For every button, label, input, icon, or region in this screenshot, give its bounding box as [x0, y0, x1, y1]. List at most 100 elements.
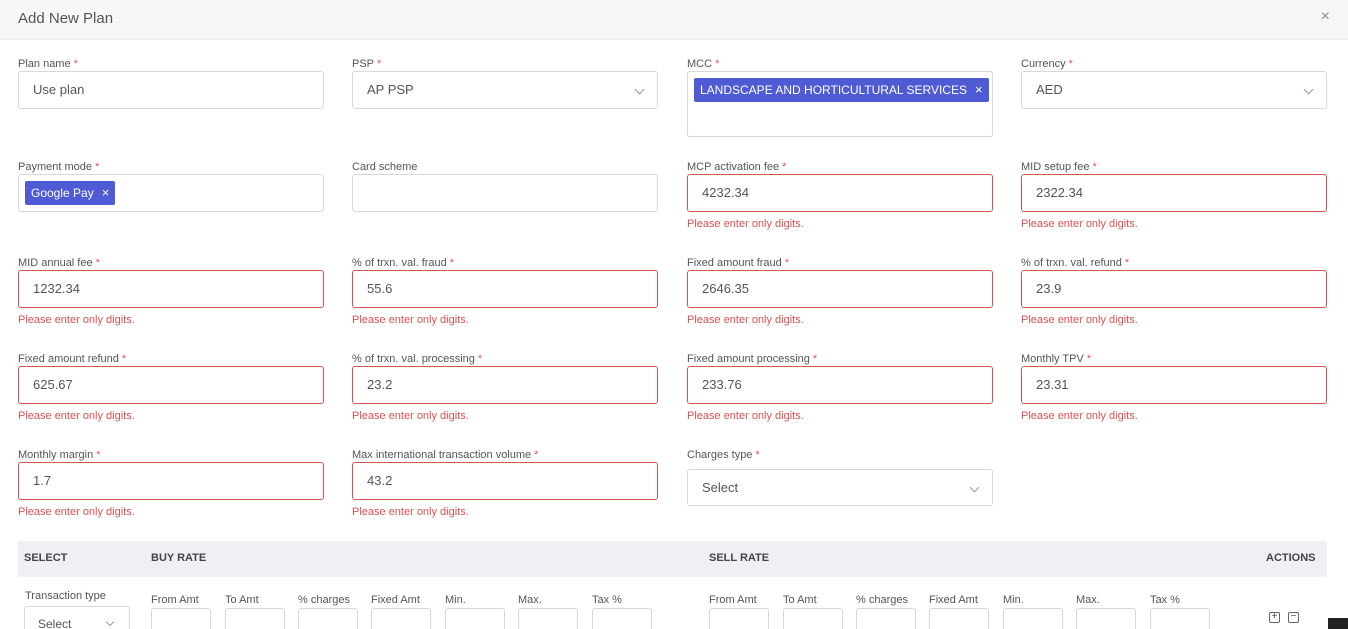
- transaction-type-value: Select: [38, 617, 72, 629]
- monthly-tpv-input[interactable]: 23.31: [1021, 366, 1327, 404]
- buy-col-label: Tax %: [592, 594, 622, 606]
- currency-select[interactable]: AED: [1021, 71, 1327, 109]
- mid-annual-fee-input[interactable]: 1232.34: [18, 270, 324, 308]
- psp-label: PSP: [352, 58, 375, 70]
- max-intl-volume-input[interactable]: 43.2: [352, 462, 658, 500]
- error-message: Please enter only digits.: [1021, 218, 1138, 230]
- required-marker: *: [95, 257, 100, 269]
- psp-field: PSP * AP PSP: [352, 57, 658, 109]
- mcp-activation-fee-input[interactable]: 4232.34: [687, 174, 993, 212]
- mcc-tag: LANDSCAPE AND HORTICULTURAL SERVICES ×: [694, 78, 989, 102]
- charges-type-label: Charges type: [687, 449, 753, 461]
- pct-processing-field: % of trxn. val. processing * 23.2 Please …: [352, 352, 658, 422]
- max-intl-volume-label: Max international transaction volume: [352, 449, 532, 461]
- plan-name-field: Plan name * Use plan: [18, 57, 324, 109]
- mid-setup-fee-field: MID setup fee * 2322.34 Please enter only…: [1021, 160, 1327, 230]
- buy-pct-charges-input[interactable]: [298, 608, 358, 629]
- required-marker: *: [782, 161, 787, 173]
- charges-type-value: Select: [702, 480, 739, 495]
- buy-fixed-amt-input[interactable]: [371, 608, 431, 629]
- error-message: Please enter only digits.: [687, 410, 804, 422]
- fixed-processing-input[interactable]: 233.76: [687, 366, 993, 404]
- tag-remove-icon[interactable]: ×: [102, 185, 110, 200]
- required-marker: *: [96, 449, 101, 461]
- add-row-icon[interactable]: +: [1269, 612, 1280, 623]
- sell-col-label: Tax %: [1150, 594, 1180, 606]
- buy-min-input[interactable]: [445, 608, 505, 629]
- required-marker: *: [534, 449, 539, 461]
- currency-value: AED: [1036, 82, 1063, 97]
- corner-overlay: [1328, 618, 1348, 629]
- fixed-refund-input[interactable]: 625.67: [18, 366, 324, 404]
- mcc-multiselect[interactable]: LANDSCAPE AND HORTICULTURAL SERVICES ×: [687, 71, 993, 137]
- pct-refund-input[interactable]: 23.9: [1021, 270, 1327, 308]
- error-message: Please enter only digits.: [352, 314, 469, 326]
- pct-refund-field: % of trxn. val. refund * 23.9 Please ente…: [1021, 256, 1327, 326]
- required-marker: *: [1086, 353, 1092, 365]
- tag-remove-icon[interactable]: ×: [975, 82, 983, 97]
- card-scheme-field: Card scheme: [352, 160, 658, 212]
- mcc-tag-label: LANDSCAPE AND HORTICULTURAL SERVICES: [700, 83, 967, 97]
- sell-tax-input[interactable]: [1150, 608, 1210, 629]
- mcp-activation-fee-field: MCP activation fee * 4232.34 Please enter…: [687, 160, 993, 230]
- buy-from-amt-input[interactable]: [151, 608, 211, 629]
- plan-name-label: Plan name: [18, 58, 71, 70]
- buy-tax-input[interactable]: [592, 608, 652, 629]
- monthly-tpv-label: Monthly TPV: [1021, 353, 1084, 365]
- close-icon[interactable]: ×: [1321, 9, 1330, 25]
- mcc-label: MCC: [687, 58, 713, 70]
- buy-col-label: From Amt: [151, 594, 199, 606]
- buy-max-input[interactable]: [518, 608, 578, 629]
- monthly-margin-field: Monthly margin * 1.7 Please enter only di…: [18, 448, 324, 518]
- mcp-activation-fee-label: MCP activation fee: [687, 161, 780, 173]
- psp-select[interactable]: AP PSP: [352, 71, 658, 109]
- psp-value: AP PSP: [367, 82, 414, 97]
- pct-fraud-input[interactable]: 55.6: [352, 270, 658, 308]
- fixed-refund-label: Fixed amount refund: [18, 353, 119, 365]
- fixed-processing-field: Fixed amount processing * 233.76 Please e…: [687, 352, 993, 422]
- charges-type-select[interactable]: Select: [687, 469, 993, 506]
- error-message: Please enter only digits.: [687, 314, 804, 326]
- required-marker: *: [449, 257, 455, 269]
- buy-col-label: % charges: [298, 594, 350, 606]
- fixed-refund-field: Fixed amount refund * 625.67 Please enter…: [18, 352, 324, 422]
- monthly-tpv-field: Monthly TPV * 23.31 Please enter only dig…: [1021, 352, 1327, 422]
- required-marker: *: [755, 449, 760, 461]
- remove-row-icon[interactable]: −: [1288, 612, 1299, 623]
- sell-pct-charges-input[interactable]: [856, 608, 916, 629]
- mcc-field: MCC * LANDSCAPE AND HORTICULTURAL SERVICE…: [687, 57, 993, 137]
- mid-annual-fee-label: MID annual fee: [18, 257, 93, 269]
- error-message: Please enter only digits.: [1021, 410, 1138, 422]
- required-marker: *: [1124, 257, 1130, 269]
- header-actions: ACTIONS: [1266, 552, 1316, 564]
- sell-max-input[interactable]: [1076, 608, 1136, 629]
- error-message: Please enter only digits.: [1021, 314, 1138, 326]
- required-marker: *: [377, 58, 382, 70]
- sell-col-label: Max.: [1076, 594, 1100, 606]
- error-message: Please enter only digits.: [352, 506, 469, 518]
- sell-min-input[interactable]: [1003, 608, 1063, 629]
- payment-mode-multiselect[interactable]: Google Pay ×: [18, 174, 324, 212]
- transaction-type-select[interactable]: Select: [24, 606, 130, 629]
- transaction-type-label: Transaction type: [25, 590, 106, 602]
- card-scheme-input[interactable]: [352, 174, 658, 212]
- modal-title: Add New Plan: [18, 10, 114, 27]
- buy-col-label: Min.: [445, 594, 466, 606]
- sell-to-amt-input[interactable]: [783, 608, 843, 629]
- monthly-margin-input[interactable]: 1.7: [18, 462, 324, 500]
- plan-name-input[interactable]: Use plan: [18, 71, 324, 109]
- mid-setup-fee-input[interactable]: 2322.34: [1021, 174, 1327, 212]
- error-message: Please enter only digits.: [352, 410, 469, 422]
- sell-from-amt-input[interactable]: [709, 608, 769, 629]
- pct-processing-input[interactable]: 23.2: [352, 366, 658, 404]
- buy-to-amt-input[interactable]: [225, 608, 285, 629]
- buy-col-label: Max.: [518, 594, 542, 606]
- error-message: Please enter only digits.: [687, 218, 804, 230]
- pct-refund-label: % of trxn. val. refund: [1021, 257, 1122, 269]
- header-sell-rate: SELL RATE: [709, 552, 770, 564]
- fixed-fraud-input[interactable]: 2646.35: [687, 270, 993, 308]
- header-buy-rate: BUY RATE: [151, 552, 207, 564]
- sell-fixed-amt-input[interactable]: [929, 608, 989, 629]
- pct-fraud-field: % of trxn. val. fraud * 55.6 Please enter…: [352, 256, 658, 326]
- chevron-down-icon: [969, 482, 980, 493]
